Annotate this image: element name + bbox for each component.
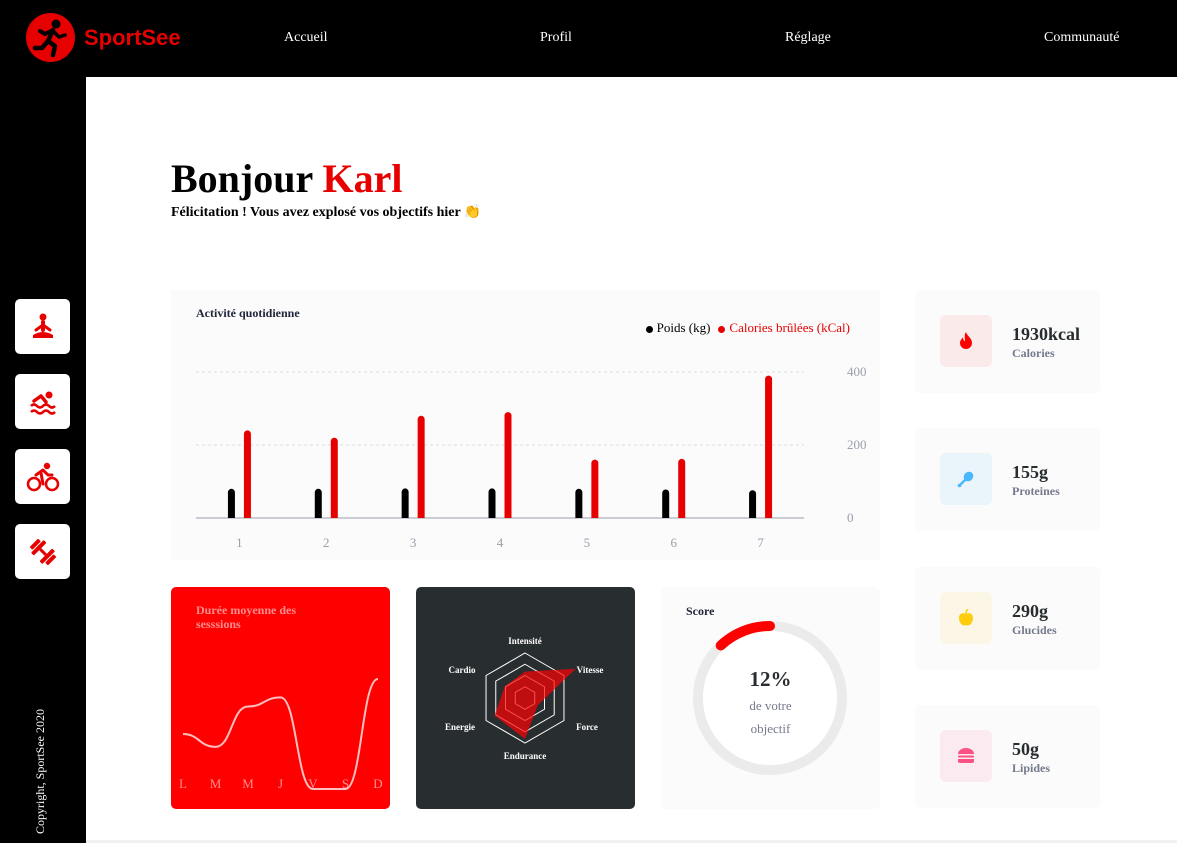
activity-legend: Poids (kg) Calories brûlées (kCal) — [645, 320, 850, 336]
weight-bar — [314, 488, 322, 518]
radar-label: Energie — [445, 722, 475, 732]
calories-bar — [504, 412, 512, 518]
x-tick-label: 6 — [670, 535, 677, 550]
calories-bar — [243, 430, 251, 518]
y-tick-label: 200 — [847, 437, 867, 452]
weight-bar — [488, 488, 496, 518]
nutrition-value: 290g — [1012, 601, 1048, 621]
radar-label: Vitesse — [577, 665, 604, 675]
nutrition-value: 50g — [1012, 739, 1039, 759]
apple-icon — [940, 592, 992, 644]
user-name: Karl — [322, 156, 403, 201]
cycling-icon — [26, 462, 59, 491]
sidebar-fitness-button[interactable] — [15, 524, 70, 579]
x-tick-label: 3 — [410, 535, 417, 550]
nutrition-value: 1930kcal — [1012, 324, 1081, 344]
radar-label: Cardio — [449, 665, 477, 675]
score-caption-2: objectif — [750, 721, 791, 736]
weight-bar — [227, 488, 235, 518]
y-tick-label: 400 — [847, 364, 867, 379]
score-title: Score — [686, 604, 715, 618]
nutrition-label: Glucides — [1012, 623, 1057, 637]
radar-label: Intensité — [508, 636, 542, 646]
legend-weight: Poids (kg) — [645, 320, 710, 336]
logo[interactable]: SportSee — [26, 13, 181, 62]
calories-bar — [678, 458, 686, 518]
copyright-text: Copyright, SportSee 2020 — [33, 709, 47, 834]
runner-logo-icon — [26, 13, 75, 62]
weight-bar — [575, 488, 583, 518]
calories-bar — [417, 415, 425, 518]
day-label: M — [210, 776, 222, 791]
nutrition-label: Proteines — [1012, 484, 1060, 498]
x-tick-label: 5 — [584, 535, 591, 550]
radar-chart: Intensité Vitesse Force Endurance Energie Car… — [445, 636, 604, 761]
score-caption-1: de votre — [749, 698, 792, 713]
greeting-text: Bonjour — [171, 156, 313, 201]
average-sessions-card: L M M J V S D Durée moyenne des sesssions — [171, 587, 390, 809]
meditation-icon — [32, 313, 53, 338]
legend-calories: Calories brûlées (kCal) — [718, 320, 850, 336]
x-tick-label: 4 — [497, 535, 504, 550]
y-tick-label: 0 — [847, 510, 854, 525]
sidebar-yoga-button[interactable] — [15, 299, 70, 354]
nutrition-card-calories: 1930kcal Calories — [915, 290, 1100, 393]
nutrition-value: 155g — [1012, 462, 1048, 482]
x-tick-label: 1 — [236, 535, 243, 550]
score-card: Score 12% de votre objectif — [661, 587, 880, 809]
day-label: L — [179, 776, 187, 791]
radar-label: Force — [576, 722, 598, 732]
activity-chart-card: 0 200 400 1 2 3 4 5 6 7 Activité quotidienne Poid… — [171, 290, 880, 560]
day-label: V — [308, 776, 318, 791]
swimming-icon — [29, 391, 56, 415]
day-label: M — [242, 776, 254, 791]
chicken-icon — [940, 453, 992, 505]
nav-profil[interactable]: Profil — [540, 30, 572, 46]
score-center: 12% de votre objectif — [661, 667, 880, 740]
sidebar-cycling-button[interactable] — [15, 449, 70, 504]
brand-name: SportSee — [84, 24, 181, 50]
weight-bar — [749, 490, 757, 518]
top-navigation: SportSee Accueil Profil Réglage Communau… — [0, 0, 1177, 77]
day-label: S — [342, 776, 349, 791]
sidebar: Copyright, SportSee 2020 — [0, 77, 86, 843]
day-label: J — [278, 776, 283, 791]
activity-title: Activité quotidienne — [196, 306, 300, 320]
weight-bar — [401, 488, 409, 518]
nutrition-card-carbs: 290g Glucides — [915, 567, 1100, 670]
dumbbell-icon — [29, 538, 56, 565]
day-label: D — [373, 776, 382, 791]
sessions-title: Durée moyenne des sesssions — [196, 603, 296, 631]
congrats-message: Félicitation ! Vous avez explosé vos obj… — [171, 205, 482, 220]
weight-bar — [662, 489, 670, 518]
calories-bar — [591, 459, 599, 518]
radar-label: Endurance — [504, 751, 547, 761]
sidebar-swimming-button[interactable] — [15, 374, 70, 429]
calories-bar — [330, 437, 338, 518]
nutrition-label: Calories — [1012, 346, 1055, 360]
score-value: 12% — [749, 667, 792, 691]
x-tick-label: 7 — [757, 535, 764, 550]
nav-accueil[interactable]: Accueil — [284, 30, 328, 46]
burger-icon — [940, 730, 992, 782]
x-tick-label: 2 — [323, 535, 330, 550]
nutrition-card-lipids: 50g Lipides — [915, 705, 1100, 808]
nav-reglage[interactable]: Réglage — [785, 30, 831, 46]
nav-communaute[interactable]: Communauté — [1044, 30, 1119, 46]
nutrition-card-proteins: 155g Proteines — [915, 428, 1100, 531]
sessions-line — [182, 678, 379, 790]
calories-bar — [765, 375, 773, 518]
nutrition-label: Lipides — [1012, 761, 1051, 775]
performance-radar-card: Intensité Vitesse Force Endurance Energie Car… — [416, 587, 635, 809]
page-title: Bonjour Karl — [171, 155, 403, 202]
fire-icon — [940, 315, 992, 367]
